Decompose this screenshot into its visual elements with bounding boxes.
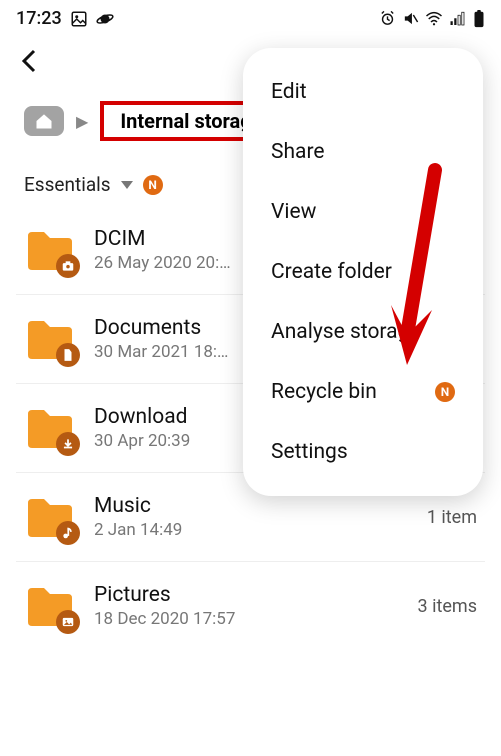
document-icon <box>56 343 80 367</box>
planet-icon <box>96 10 114 28</box>
item-name: Music <box>94 494 409 518</box>
image-icon <box>56 610 80 634</box>
status-bar: 17:23 <box>0 0 501 37</box>
picture-icon <box>70 10 88 28</box>
menu-label: Analyse storage <box>271 320 420 344</box>
menu-label: Share <box>271 140 325 164</box>
item-date: 18 Dec 2020 17:57 <box>94 609 400 629</box>
menu-item-share[interactable]: Share <box>243 122 483 182</box>
clock: 17:23 <box>16 8 62 29</box>
back-button[interactable] <box>16 47 44 75</box>
alarm-icon <box>379 10 396 27</box>
mute-icon <box>402 10 419 27</box>
folder-icon <box>24 224 76 276</box>
new-badge: N <box>143 175 163 195</box>
music-icon <box>56 521 80 545</box>
folder-icon <box>24 402 76 454</box>
chevron-down-icon[interactable] <box>121 181 133 189</box>
item-count: 3 items <box>418 596 477 617</box>
item-name: Pictures <box>94 583 400 607</box>
home-icon[interactable] <box>24 106 64 136</box>
item-count: 1 item <box>427 507 477 528</box>
folder-icon <box>24 313 76 365</box>
overflow-menu: Edit Share View Create folder Analyse st… <box>243 48 483 496</box>
camera-icon <box>56 254 80 278</box>
folder-icon <box>24 491 76 543</box>
item-date: 2 Jan 14:49 <box>94 520 409 540</box>
menu-label: Recycle bin <box>271 380 377 404</box>
list-item[interactable]: Pictures 18 Dec 2020 17:57 3 items <box>16 562 485 650</box>
signal-icon <box>449 10 467 28</box>
menu-item-analyse-storage[interactable]: Analyse storage <box>243 302 483 362</box>
menu-label: Settings <box>271 440 348 464</box>
menu-item-edit[interactable]: Edit <box>243 62 483 122</box>
download-icon <box>56 432 80 456</box>
wifi-icon <box>425 10 443 28</box>
menu-label: Edit <box>271 80 307 104</box>
menu-item-recycle-bin[interactable]: Recycle bin N <box>243 362 483 422</box>
menu-item-settings[interactable]: Settings <box>243 422 483 482</box>
menu-item-create-folder[interactable]: Create folder <box>243 242 483 302</box>
chevron-right-icon: ▶ <box>76 112 88 131</box>
menu-item-view[interactable]: View <box>243 182 483 242</box>
menu-label: Create folder <box>271 260 392 284</box>
filter-label[interactable]: Essentials <box>24 173 111 196</box>
battery-icon <box>473 10 485 28</box>
new-badge: N <box>435 382 455 402</box>
folder-icon <box>24 580 76 632</box>
menu-label: View <box>271 200 316 224</box>
